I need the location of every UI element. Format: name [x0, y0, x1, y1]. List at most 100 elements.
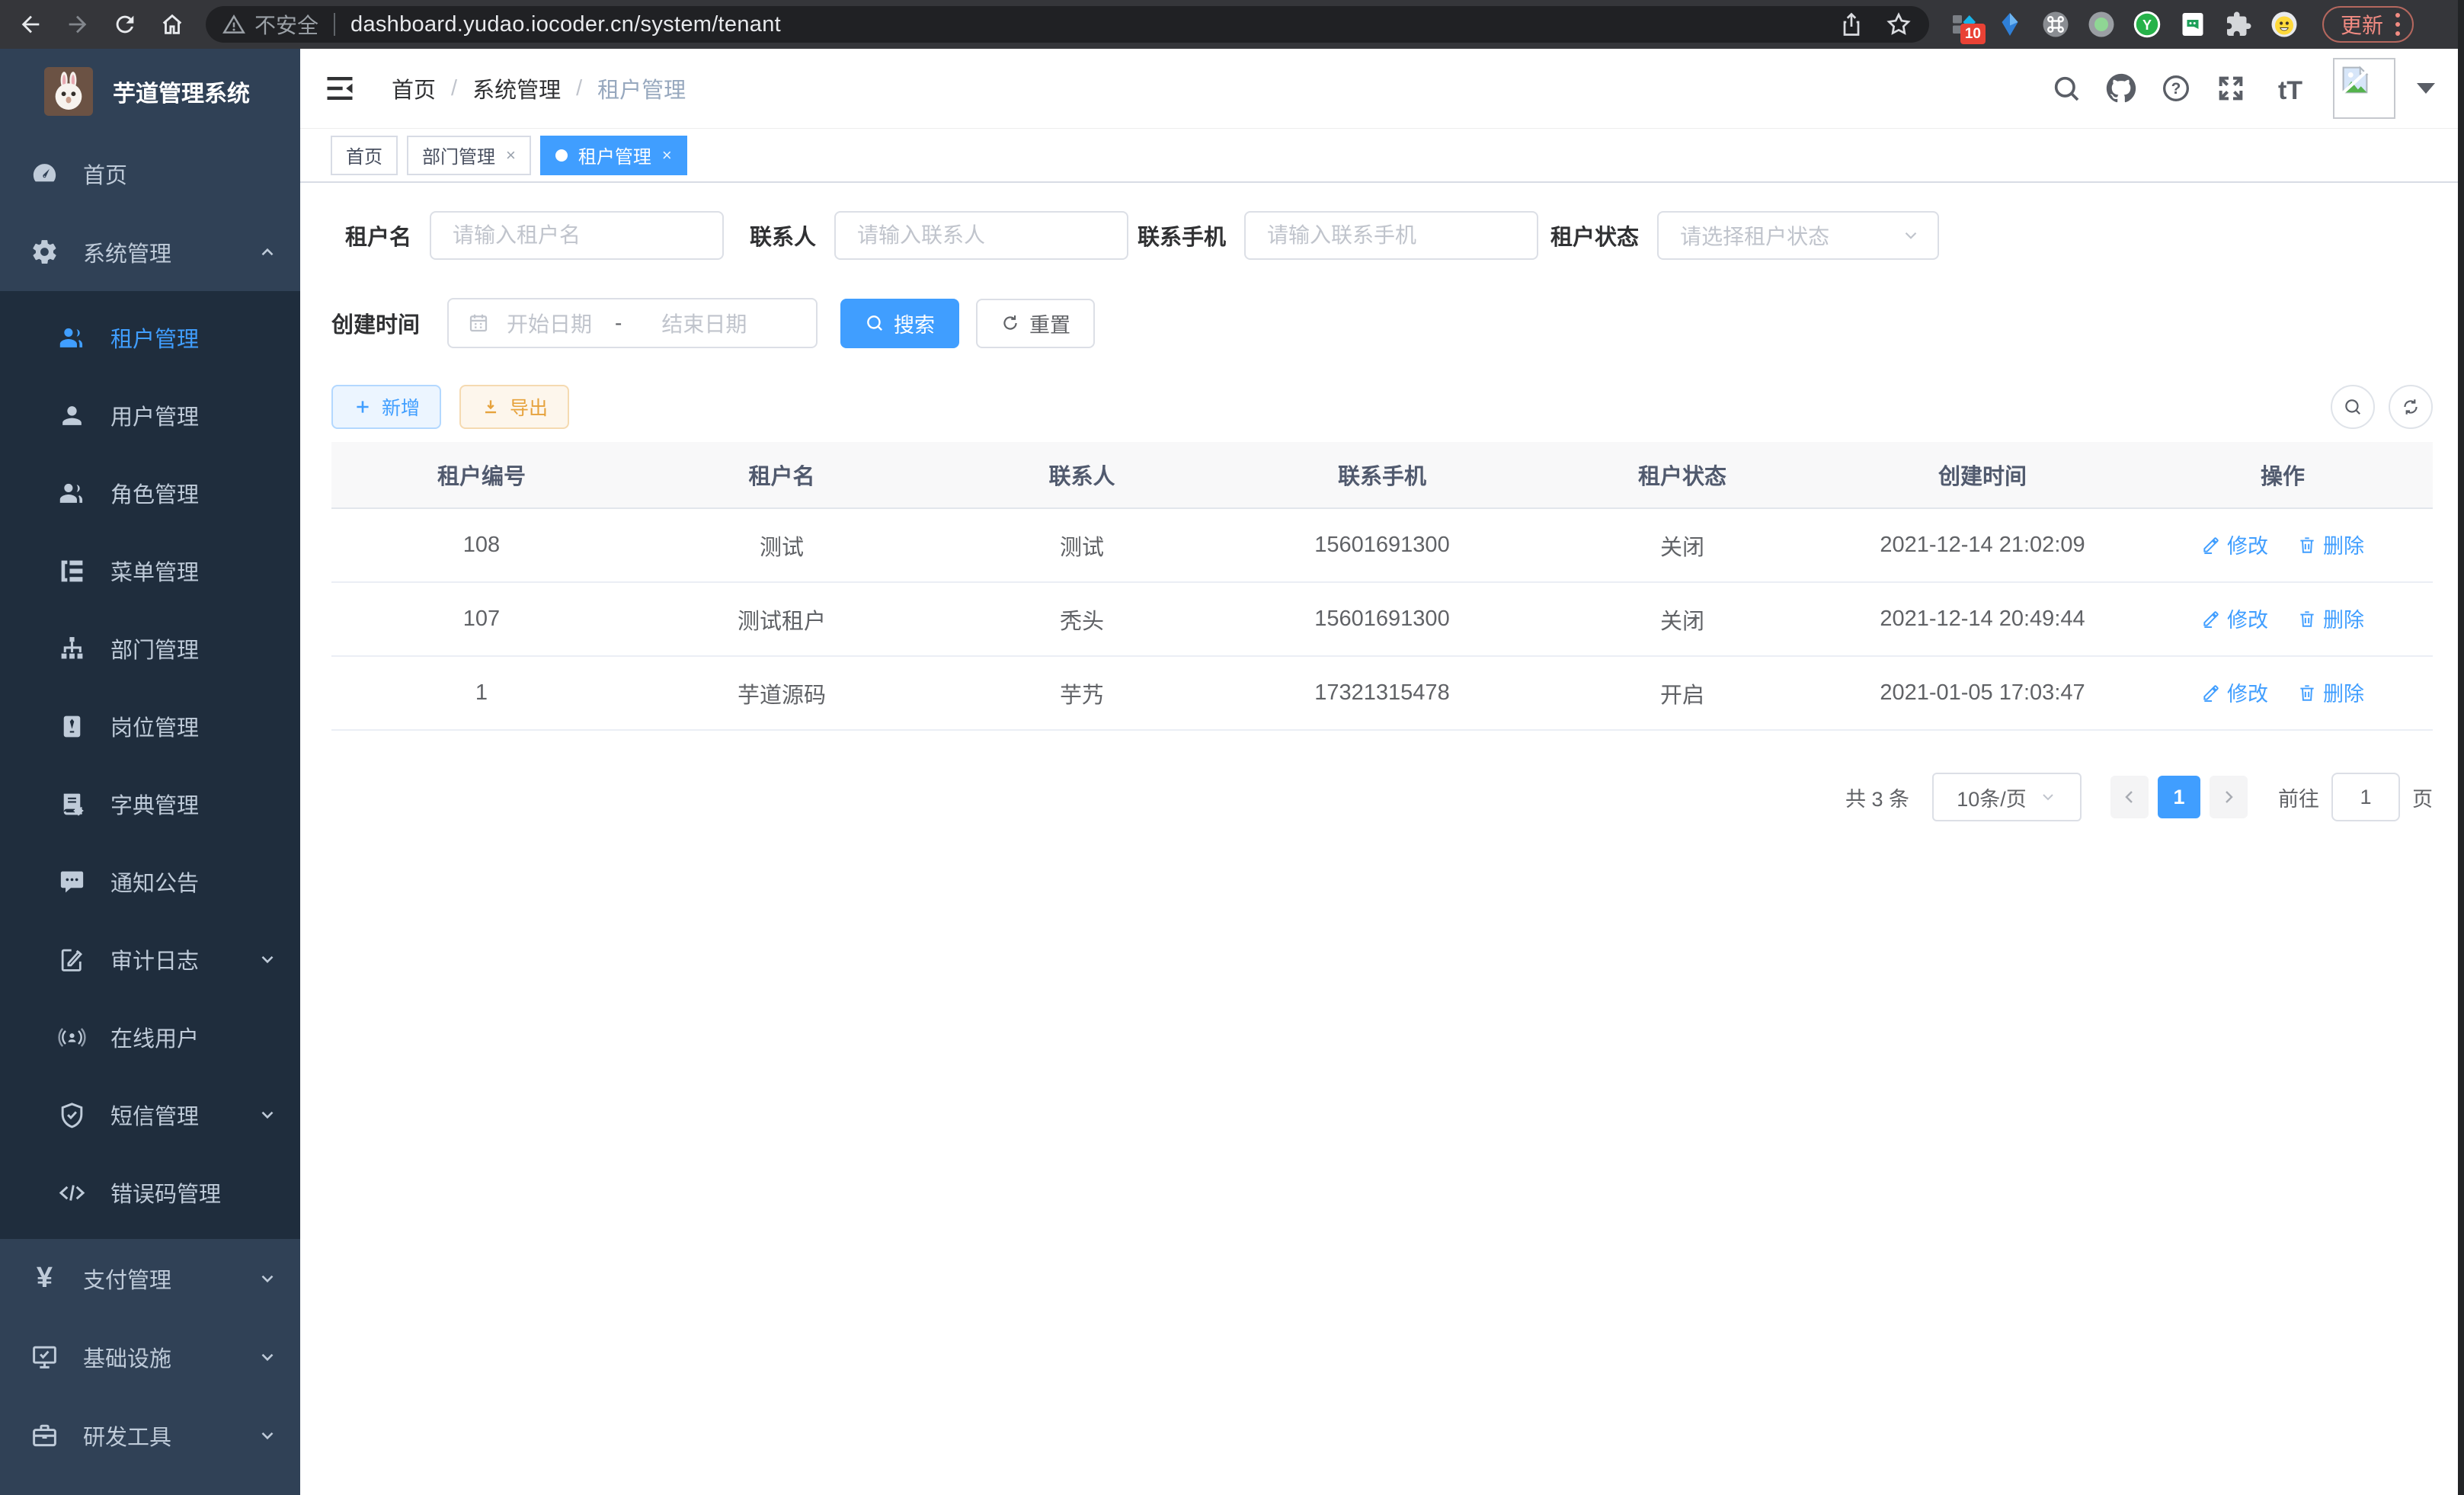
browser-menu-icon[interactable] [2395, 13, 2400, 36]
close-tab-icon[interactable]: × [506, 146, 516, 165]
edit-pencil-icon [2201, 609, 2221, 629]
contact-input[interactable] [834, 211, 1128, 260]
sidebar-item-notice[interactable]: 通知公告 [0, 843, 300, 920]
page-number-1[interactable]: 1 [2158, 776, 2200, 818]
sidebar-collapse-icon[interactable] [323, 72, 357, 105]
sidebar-item-audit-log[interactable]: 审计日志 [0, 920, 300, 998]
user-avatar[interactable] [2333, 58, 2395, 119]
date-range-picker[interactable]: 开始日期 - 结束日期 [447, 298, 818, 348]
sidebar-item-infra[interactable]: 基础设施 [0, 1317, 300, 1396]
browser-home-button[interactable] [155, 8, 189, 41]
export-button[interactable]: 导出 [459, 385, 569, 429]
prev-page-button[interactable] [2110, 776, 2149, 818]
browser-update-button[interactable]: 更新 [2322, 6, 2414, 43]
help-icon[interactable]: ? [2161, 73, 2191, 104]
delete-button[interactable]: 删除 [2297, 530, 2364, 559]
sidebar-item-payment[interactable]: ¥ 支付管理 [0, 1239, 300, 1317]
url-text[interactable]: dashboard.yudao.iocoder.cn/system/tenant [350, 12, 781, 37]
extension-record-icon[interactable] [2086, 9, 2117, 40]
col-mobile: 联系手机 [1232, 442, 1532, 508]
font-size-icon[interactable]: tT [2270, 73, 2310, 104]
sidebar-item-system[interactable]: 系统管理 [0, 213, 300, 291]
trash-icon [2297, 683, 2317, 703]
tab-home[interactable]: 首页 [331, 136, 398, 175]
users-icon [58, 324, 86, 352]
sidebar-item-tenant[interactable]: 租户管理 [0, 299, 300, 376]
search-button[interactable]: 搜索 [840, 299, 959, 348]
table-header-row: 租户编号 租户名 联系人 联系手机 租户状态 创建时间 操作 [331, 442, 2433, 508]
tenant-name-input[interactable] [430, 211, 724, 260]
tab-dept[interactable]: 部门管理× [407, 136, 531, 175]
refresh-table-button[interactable] [2389, 385, 2433, 429]
not-secure-label: 不安全 [254, 9, 318, 40]
mobile-input[interactable] [1244, 211, 1538, 260]
goto-page-input[interactable] [2331, 773, 2400, 821]
search-icon [865, 313, 885, 333]
sidebar-item-home[interactable]: 首页 [0, 134, 300, 213]
extension-command-icon[interactable] [2040, 9, 2071, 40]
status-select[interactable]: 请选择租户状态 [1657, 211, 1939, 260]
sidebar-item-post[interactable]: 岗位管理 [0, 687, 300, 765]
sidebar-item-sms[interactable]: 短信管理 [0, 1076, 300, 1154]
reset-button[interactable]: 重置 [976, 299, 1095, 348]
col-status: 租户状态 [1532, 442, 1832, 508]
sidebar-item-error-code[interactable]: 错误码管理 [0, 1154, 300, 1231]
share-icon[interactable] [1838, 11, 1865, 38]
sidebar-logo[interactable]: 芋道管理系统 [0, 49, 300, 134]
edit-button[interactable]: 修改 [2201, 677, 2268, 707]
fullscreen-icon[interactable] [2216, 73, 2246, 104]
dict-book-icon [58, 790, 86, 818]
edit-button[interactable]: 修改 [2201, 603, 2268, 633]
profile-emoji-icon[interactable] [2269, 9, 2299, 40]
browser-back-button[interactable] [14, 8, 47, 41]
extension-kite-icon[interactable] [1995, 9, 2025, 40]
extension-y-icon[interactable]: Y [2132, 9, 2162, 40]
sidebar-item-dev-tools[interactable]: 研发工具 [0, 1396, 300, 1474]
extension-chat-icon[interactable] [2178, 9, 2208, 40]
role-users-icon [58, 479, 86, 507]
header-search-icon[interactable] [2051, 73, 2082, 104]
filter-row-1: 租户名 联系人 联系手机 租户状态 请选择租户状态 [331, 211, 2433, 260]
breadcrumb-separator: / [451, 76, 457, 101]
github-icon[interactable] [2106, 73, 2136, 104]
address-bar[interactable]: 不安全 dashboard.yudao.iocoder.cn/system/te… [206, 6, 1929, 43]
filter-row-2: 创建时间 开始日期 - 结束日期 搜索 重置 [331, 298, 2433, 348]
sidebar-item-user[interactable]: 用户管理 [0, 376, 300, 454]
delete-button[interactable]: 删除 [2297, 677, 2364, 707]
extension-tag-icon[interactable]: 10 [1949, 9, 1979, 40]
avatar-dropdown-caret-icon[interactable] [2417, 83, 2435, 94]
sidebar-item-menu[interactable]: 菜单管理 [0, 532, 300, 610]
toggle-search-button[interactable] [2331, 385, 2375, 429]
next-page-button[interactable] [2210, 776, 2248, 818]
breadcrumb-separator: / [576, 76, 582, 101]
page-size-select[interactable]: 10条/页 [1932, 773, 2082, 821]
add-button[interactable]: 新增 [331, 385, 441, 429]
edit-button[interactable]: 修改 [2201, 530, 2268, 559]
edit-pencil-icon [2201, 683, 2221, 703]
main-area: 首页 / 系统管理 / 租户管理 ? tT [300, 49, 2464, 1495]
sidebar-item-dept[interactable]: 部门管理 [0, 610, 300, 687]
table-row: 1 芋道源码 芋艿 17321315478 开启 2021-01-05 17:0… [331, 656, 2433, 730]
col-created: 创建时间 [1832, 442, 2133, 508]
calendar-icon [467, 312, 490, 335]
tab-tenant[interactable]: 租户管理× [540, 136, 687, 175]
extensions-row: 10 Y [1949, 9, 2315, 40]
chevron-left-icon [2120, 788, 2139, 806]
app-window: 芋道管理系统 首页 系统管理 租户管理 [0, 49, 2464, 1495]
breadcrumb-system[interactable]: 系统管理 [472, 72, 561, 104]
sidebar-item-dict[interactable]: 字典管理 [0, 765, 300, 843]
top-navbar: 首页 / 系统管理 / 租户管理 ? tT [300, 49, 2464, 128]
sidebar-item-role[interactable]: 角色管理 [0, 454, 300, 532]
breadcrumb-home[interactable]: 首页 [392, 72, 436, 104]
sidebar-item-online-users[interactable]: 在线用户 [0, 998, 300, 1076]
browser-forward-button[interactable] [61, 8, 94, 41]
browser-reload-button[interactable] [108, 8, 142, 41]
gear-icon [30, 238, 59, 266]
range-separator: - [615, 311, 622, 335]
close-tab-icon[interactable]: × [662, 146, 672, 165]
svg-text:?: ? [2171, 80, 2181, 98]
delete-button[interactable]: 删除 [2297, 603, 2364, 633]
menu-tree-icon [58, 557, 86, 585]
bookmark-star-icon[interactable] [1885, 11, 1912, 38]
extensions-puzzle-icon[interactable] [2223, 9, 2254, 40]
